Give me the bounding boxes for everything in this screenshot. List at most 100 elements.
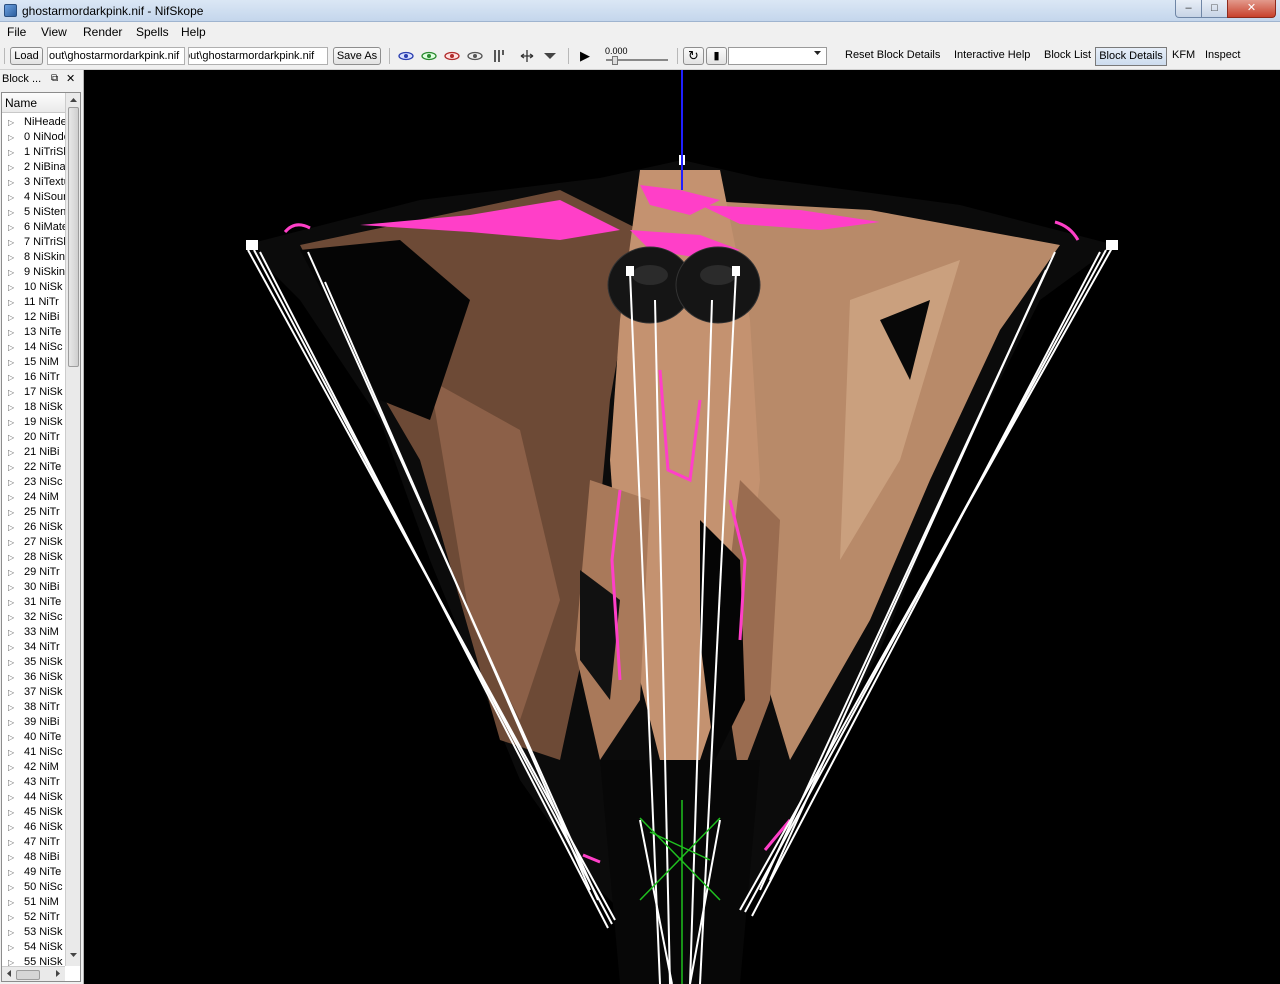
eye-blue-icon[interactable] <box>398 49 414 63</box>
expand-arrow-icon[interactable]: ▷ <box>8 580 14 595</box>
expand-arrow-icon[interactable]: ▷ <box>8 775 14 790</box>
expand-arrow-icon[interactable]: ▷ <box>8 520 14 535</box>
tree-row[interactable]: ▷ 14 NiSc <box>2 340 66 355</box>
vertical-scrollbar[interactable] <box>65 93 80 966</box>
expand-arrow-icon[interactable]: ▷ <box>8 280 14 295</box>
expand-arrow-icon[interactable]: ▷ <box>8 625 14 640</box>
tree-row[interactable]: ▷ 37 NiSk <box>2 685 66 700</box>
tree-row[interactable]: ▷ 19 NiSk <box>2 415 66 430</box>
expand-arrow-icon[interactable]: ▷ <box>8 550 14 565</box>
tree-row[interactable]: ▷ 17 NiSk <box>2 385 66 400</box>
menu-spells[interactable]: Spells <box>136 25 169 39</box>
save-path-field[interactable]: out\ghostarmordarkpink.nif <box>188 47 328 65</box>
expand-arrow-icon[interactable]: ▷ <box>8 370 14 385</box>
expand-arrow-icon[interactable]: ▷ <box>8 670 14 685</box>
tree-column-header[interactable]: Name <box>2 93 66 113</box>
expand-arrow-icon[interactable]: ▷ <box>8 685 14 700</box>
close-button[interactable]: ✕ <box>1227 0 1276 18</box>
expand-arrow-icon[interactable]: ▷ <box>8 385 14 400</box>
eye-green-icon[interactable] <box>421 49 437 63</box>
tree-row[interactable]: ▷ 13 NiTe <box>2 325 66 340</box>
tree-row[interactable]: ▷ 7 NiTriShape <box>2 235 66 250</box>
tree-row[interactable]: ▷ 5 NiStencil <box>2 205 66 220</box>
tree-row[interactable]: ▷ 49 NiTe <box>2 865 66 880</box>
expand-arrow-icon[interactable]: ▷ <box>8 145 14 160</box>
tree-row[interactable]: ▷ 3 NiTexturing <box>2 175 66 190</box>
expand-arrow-icon[interactable]: ▷ <box>8 640 14 655</box>
menu-view[interactable]: View <box>41 25 67 39</box>
expand-arrow-icon[interactable]: ▷ <box>8 400 14 415</box>
expand-arrow-icon[interactable]: ▷ <box>8 700 14 715</box>
block-details-button[interactable]: Block Details <box>1095 47 1167 66</box>
tree-row[interactable]: ▷ 27 NiSk <box>2 535 66 550</box>
expand-arrow-icon[interactable]: ▷ <box>8 760 14 775</box>
expand-arrow-icon[interactable]: ▷ <box>8 130 14 145</box>
scroll-up-icon[interactable] <box>69 95 78 104</box>
tree-row[interactable]: ▷ 29 NiTr <box>2 565 66 580</box>
menu-file[interactable]: File <box>7 25 26 39</box>
kfm-button[interactable]: KFM <box>1172 49 1195 61</box>
tree-row[interactable]: ▷ 28 NiSk <box>2 550 66 565</box>
view-axes-icon[interactable] <box>519 49 535 63</box>
tree-row[interactable]: ▷ 16 NiTr <box>2 370 66 385</box>
tree-row[interactable]: ▷ 1 NiTriShape <box>2 145 66 160</box>
expand-arrow-icon[interactable]: ▷ <box>8 925 14 940</box>
menu-help[interactable]: Help <box>181 25 206 39</box>
expand-arrow-icon[interactable]: ▷ <box>8 340 14 355</box>
tree-row[interactable]: ▷ 45 NiSk <box>2 805 66 820</box>
block-tree[interactable]: Name ▷ NiHeader ▷ 0 NiNode ▷ 1 NiTriShape ▷ 2 N… <box>1 92 81 982</box>
scrollbar-thumb[interactable] <box>16 970 40 980</box>
expand-arrow-icon[interactable]: ▷ <box>8 880 14 895</box>
minimize-button[interactable]: – <box>1175 0 1202 18</box>
expand-arrow-icon[interactable]: ▷ <box>8 415 14 430</box>
tree-row[interactable]: ▷ 6 NiMaterial <box>2 220 66 235</box>
expand-arrow-icon[interactable]: ▷ <box>8 355 14 370</box>
tree-row[interactable]: ▷ 41 NiSc <box>2 745 66 760</box>
float-icon[interactable]: ⧉ <box>51 73 58 84</box>
tree-row[interactable]: ▷ 42 NiM <box>2 760 66 775</box>
maximize-button[interactable]: □ <box>1201 0 1228 18</box>
tree-row[interactable]: ▷ 38 NiTr <box>2 700 66 715</box>
expand-arrow-icon[interactable]: ▷ <box>8 610 14 625</box>
close-icon[interactable]: ✕ <box>66 72 75 85</box>
reset-block-details-button[interactable]: Reset Block Details <box>845 49 940 61</box>
save-as-button[interactable]: Save As <box>333 47 381 65</box>
expand-arrow-icon[interactable]: ▷ <box>8 430 14 445</box>
expand-arrow-icon[interactable]: ▷ <box>8 820 14 835</box>
expand-arrow-icon[interactable]: ▷ <box>8 265 14 280</box>
tree-row[interactable]: ▷ 48 NiBi <box>2 850 66 865</box>
expand-arrow-icon[interactable]: ▷ <box>8 655 14 670</box>
expand-arrow-icon[interactable]: ▷ <box>8 490 14 505</box>
tree-row[interactable]: ▷ 4 NiSource <box>2 190 66 205</box>
scroll-right-icon[interactable] <box>54 969 63 978</box>
tree-row[interactable]: ▷ 30 NiBi <box>2 580 66 595</box>
expand-arrow-icon[interactable]: ▷ <box>8 715 14 730</box>
tree-row[interactable]: ▷ 18 NiSk <box>2 400 66 415</box>
loop-button[interactable]: ↻ <box>683 47 704 65</box>
expand-arrow-icon[interactable]: ▷ <box>8 190 14 205</box>
tree-row[interactable]: ▷ 44 NiSk <box>2 790 66 805</box>
play-icon[interactable]: ▶ <box>577 49 593 63</box>
tree-row[interactable]: ▷ 43 NiTr <box>2 775 66 790</box>
skeleton-icon[interactable] <box>491 49 507 63</box>
interactive-help-button[interactable]: Interactive Help <box>954 49 1030 61</box>
tree-row[interactable]: ▷ NiHeader <box>2 115 66 130</box>
expand-arrow-icon[interactable]: ▷ <box>8 175 14 190</box>
tree-row[interactable]: ▷ 32 NiSc <box>2 610 66 625</box>
scrollbar-thumb[interactable] <box>68 107 79 367</box>
expand-arrow-icon[interactable]: ▷ <box>8 220 14 235</box>
tree-row[interactable]: ▷ 36 NiSk <box>2 670 66 685</box>
expand-arrow-icon[interactable]: ▷ <box>8 205 14 220</box>
tree-row[interactable]: ▷ 25 NiTr <box>2 505 66 520</box>
tree-row[interactable]: ▷ 40 NiTe <box>2 730 66 745</box>
tree-row[interactable]: ▷ 52 NiTr <box>2 910 66 925</box>
horizontal-scrollbar[interactable] <box>2 966 65 981</box>
tree-row[interactable]: ▷ 54 NiSk <box>2 940 66 955</box>
expand-arrow-icon[interactable]: ▷ <box>8 850 14 865</box>
expand-arrow-icon[interactable]: ▷ <box>8 325 14 340</box>
tree-row[interactable]: ▷ 23 NiSc <box>2 475 66 490</box>
expand-arrow-icon[interactable]: ▷ <box>8 115 14 130</box>
expand-arrow-icon[interactable]: ▷ <box>8 445 14 460</box>
expand-arrow-icon[interactable]: ▷ <box>8 250 14 265</box>
expand-arrow-icon[interactable]: ▷ <box>8 865 14 880</box>
